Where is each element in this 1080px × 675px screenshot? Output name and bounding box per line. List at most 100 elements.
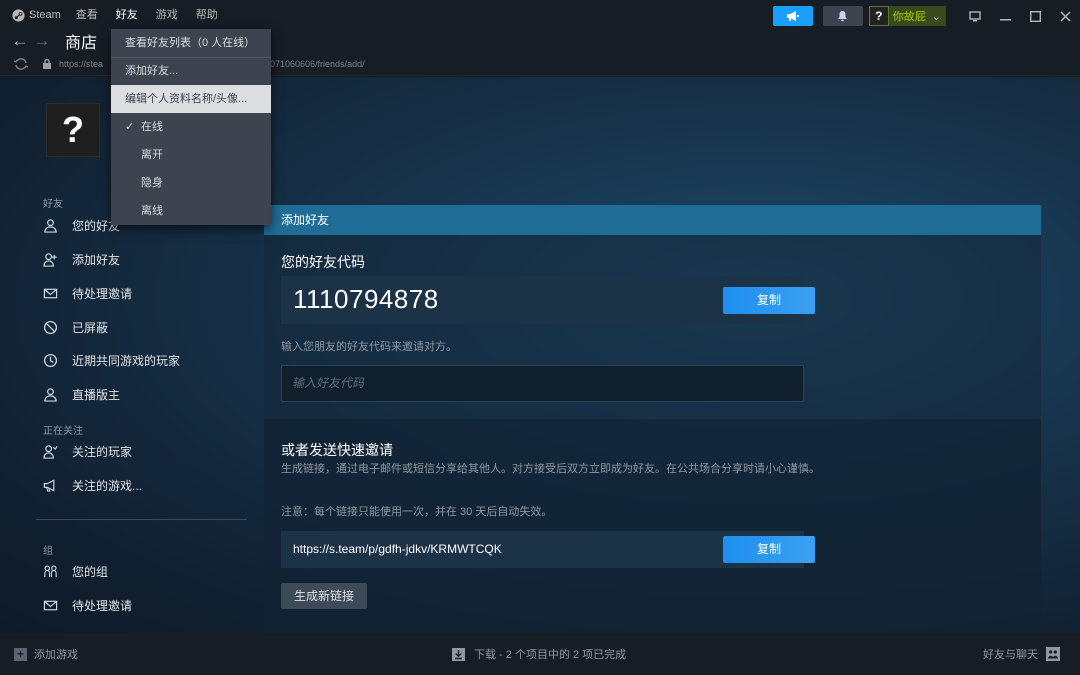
user-name: 你故屁: [892, 11, 926, 23]
sidebar-item-add-friend[interactable]: 添加好友: [43, 249, 120, 269]
menu-games[interactable]: 游戏: [147, 0, 187, 30]
add-friend-panel: 添加好友 您的好友代码 1110794878 复制 输入您朋友的好友代码来邀请对…: [264, 205, 1041, 633]
menu-bar: Steam 查看 好友 游戏 帮助 ? 你故屁 ⌄: [0, 0, 1080, 30]
download-status-label: 下载 - 2 个项目中的 2 项已完成: [474, 649, 627, 661]
minimize-icon: [999, 18, 1011, 20]
friend-code-box: 1110794878 复制: [281, 276, 815, 324]
big-picture-button[interactable]: [960, 6, 990, 26]
checkmark-icon: ✓: [125, 121, 135, 133]
sidebar-item-label: 直播版主: [72, 387, 121, 402]
sidebar-item-your-groups[interactable]: 您的组: [43, 561, 108, 581]
add-person-icon: [43, 252, 57, 267]
announcements-button[interactable]: [772, 6, 813, 26]
blocked-icon: [43, 320, 58, 334]
quick-invite-description: 生成链接，通过电子邮件或短信分享给其他人。对方接受后双方立即成为好友。在公共场合…: [281, 463, 820, 475]
bell-icon: [838, 11, 848, 22]
person-icon: [44, 218, 57, 233]
megaphone-icon: [786, 11, 799, 21]
invite-link-value[interactable]: https://s.team/p/gdfh-jdkv/KRMWTCQK: [293, 542, 502, 556]
menu-item-edit-profile[interactable]: 编辑个人资料名称/头像...: [111, 85, 271, 113]
menu-view[interactable]: 查看: [67, 0, 107, 30]
megaphone-icon: [43, 478, 55, 492]
forward-arrow-icon[interactable]: →: [31, 31, 53, 51]
copy-link-button[interactable]: 复制: [723, 536, 815, 563]
notifications-button[interactable]: [822, 6, 863, 26]
menu-item-status-invisible[interactable]: 隐身: [111, 169, 271, 197]
group-icon: [44, 565, 57, 577]
url-text[interactable]: https://stea: [59, 59, 103, 69]
friends-section-header: 好友: [43, 199, 63, 210]
friends-chat-icon: [1046, 647, 1060, 661]
bottom-bar: + 添加游戏 下载 - 2 个项目中的 2 项已完成 好友与聊天: [0, 633, 1080, 675]
envelope-icon: [43, 600, 58, 610]
groups-section-header: 组: [43, 546, 53, 557]
steam-menu-label: Steam: [29, 9, 61, 21]
sidebar-item-label: 关注的游戏...: [72, 478, 143, 493]
copy-code-button[interactable]: 复制: [723, 287, 815, 314]
sidebar-item-recent-players[interactable]: 近期共同游戏的玩家: [43, 350, 180, 370]
menu-item-view-friends-list[interactable]: 查看好友列表（0 人在线）: [111, 29, 271, 57]
sidebar-item-pending-invites[interactable]: 待处理邀请: [43, 283, 132, 303]
profile-avatar[interactable]: ?: [46, 103, 100, 157]
refresh-icon[interactable]: [14, 57, 28, 70]
user-account-button[interactable]: ? 你故屁 ⌄: [868, 6, 946, 26]
sidebar-item-followed-games[interactable]: 关注的游戏...: [43, 475, 142, 495]
lock-icon: [43, 58, 51, 69]
sidebar-item-label: 您的组: [72, 564, 109, 579]
person-icon: [44, 387, 57, 402]
steam-menu[interactable]: Steam: [0, 0, 67, 30]
user-avatar: ?: [868, 6, 889, 26]
chevron-down-icon: ⌄: [931, 10, 941, 23]
sidebar-item-label: 添加好友: [72, 252, 121, 267]
sidebar-item-your-friends[interactable]: 您的好友: [43, 215, 120, 235]
close-icon: [1059, 10, 1071, 22]
sidebar-divider: [36, 519, 247, 520]
add-game-button[interactable]: + 添加游戏: [14, 646, 78, 662]
maximize-button[interactable]: [1020, 6, 1050, 26]
plus-icon: +: [14, 647, 27, 661]
sidebar-item-label: 关注的玩家: [72, 444, 133, 459]
friends-chat-label: 好友与聊天: [983, 649, 1038, 661]
friend-code-title: 您的好友代码: [281, 254, 365, 270]
sidebar-item-label: 待处理邀请: [72, 598, 133, 613]
clock-icon: [43, 353, 58, 367]
quick-invite-title: 或者发送快速邀请: [281, 442, 393, 458]
envelope-icon: [43, 288, 58, 298]
menu-item-label: 在线: [141, 121, 163, 133]
sidebar-item-blocked[interactable]: 已屏蔽: [43, 317, 108, 337]
menu-friends[interactable]: 好友: [107, 0, 147, 30]
url-text-tail[interactable]: 071060606/friends/add/: [270, 59, 365, 69]
sidebar-item-followed-players[interactable]: 关注的玩家: [43, 441, 132, 461]
sidebar-item-label: 待处理邀请: [72, 286, 133, 301]
download-status[interactable]: 下载 - 2 个项目中的 2 项已完成: [452, 646, 626, 662]
menu-item-status-online[interactable]: ✓ 在线: [111, 113, 271, 141]
invite-link-box: https://s.team/p/gdfh-jdkv/KRMWTCQK 复制: [281, 531, 815, 568]
friends-chat-button[interactable]: 好友与聊天: [983, 646, 1060, 662]
friend-code-hint: 输入您朋友的好友代码来邀请对方。: [281, 341, 457, 353]
sidebar-item-label: 已屏蔽: [72, 320, 109, 335]
close-button[interactable]: [1050, 6, 1080, 26]
menu-item-status-offline[interactable]: 离线: [111, 197, 271, 225]
quick-invite-section: 或者发送快速邀请 生成链接，通过电子邮件或短信分享给其他人。对方接受后双方立即成…: [264, 419, 1041, 633]
sidebar-item-group-invites[interactable]: 待处理邀请: [43, 595, 132, 615]
menu-help[interactable]: 帮助: [187, 0, 227, 30]
monitor-icon: [969, 10, 981, 21]
download-icon: [452, 647, 465, 661]
back-arrow-icon[interactable]: ←: [9, 31, 31, 51]
panel-header: 添加好友: [264, 205, 1041, 235]
steam-logo-icon: [12, 8, 25, 22]
generate-link-button[interactable]: 生成新链接: [281, 583, 367, 609]
friend-code-input[interactable]: 输入好友代码: [281, 365, 804, 402]
add-game-label: 添加游戏: [34, 649, 78, 661]
menu-item-add-friend[interactable]: 添加好友...: [111, 57, 271, 85]
friend-code-value[interactable]: 1110794878: [293, 284, 439, 315]
following-section-header: 正在关注: [43, 426, 83, 437]
nav-title[interactable]: 商店: [65, 29, 97, 53]
friends-dropdown-menu: 查看好友列表（0 人在线） 添加好友... 编辑个人资料名称/头像... ✓ 在…: [111, 29, 271, 225]
sidebar-item-broadcast-moderators[interactable]: 直播版主: [43, 384, 120, 404]
sidebar-item-label: 近期共同游戏的玩家: [72, 353, 181, 368]
maximize-icon: [1029, 10, 1041, 22]
minimize-button[interactable]: [990, 6, 1020, 26]
quick-invite-note: 注意：每个链接只能使用一次，并在 30 天后自动失效。: [281, 506, 553, 518]
menu-item-status-away[interactable]: 离开: [111, 141, 271, 169]
